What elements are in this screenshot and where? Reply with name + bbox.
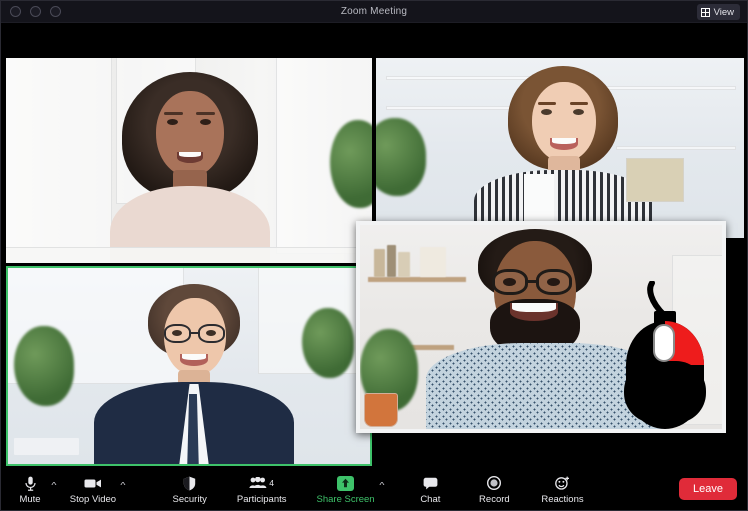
toolbar-right-group: Leave	[678, 477, 737, 500]
video-control[interactable]: Stop Video ^	[70, 473, 126, 505]
shield-icon	[181, 476, 199, 491]
grid-icon	[700, 7, 710, 17]
chat-button[interactable]: Chat	[413, 473, 447, 505]
participant-video-top-right	[376, 58, 744, 238]
participant-video-bottom-left	[8, 268, 370, 464]
camera-icon	[84, 476, 102, 491]
record-button[interactable]: Record	[477, 473, 511, 505]
participant-tile-floating[interactable]	[356, 221, 726, 433]
participant-tile-bottom-left[interactable]	[6, 266, 372, 466]
share-screen-control[interactable]: Share Screen ^	[317, 473, 384, 505]
toolbar-left-group: Mute ^ Stop Video ^	[13, 473, 126, 505]
chat-bubble-icon	[421, 476, 439, 491]
record-label: Record	[479, 493, 510, 505]
participant-tile-top-left[interactable]	[6, 58, 372, 263]
mute-button[interactable]: Mute	[13, 473, 47, 505]
title-bar: Zoom Meeting View	[1, 1, 747, 23]
mute-chevron-up-icon[interactable]: ^	[51, 481, 56, 490]
video-chevron-up-icon[interactable]: ^	[120, 481, 125, 490]
stop-video-button[interactable]: Stop Video	[70, 473, 116, 505]
chat-label: Chat	[420, 493, 441, 505]
view-button[interactable]: View	[696, 4, 740, 20]
participants-label: Participants	[236, 493, 287, 505]
toolbar-center-group: Security 4 Participants Share Screen ^ C…	[173, 473, 584, 505]
video-stage	[1, 23, 747, 469]
reactions-label: Reactions	[541, 493, 584, 505]
participant-nameplate-bottom-left	[14, 438, 79, 455]
smiley-plus-icon	[553, 476, 571, 491]
participants-button[interactable]: 4 Participants	[237, 473, 287, 505]
participants-count: 4	[269, 478, 275, 488]
leave-button[interactable]: Leave	[678, 477, 737, 500]
view-button-label: View	[713, 6, 734, 18]
share-screen-chevron-up-icon[interactable]: ^	[379, 481, 384, 490]
participant-tile-top-right[interactable]	[376, 58, 744, 238]
computer-mouse-icon	[620, 280, 716, 429]
mute-control[interactable]: Mute ^	[13, 473, 56, 505]
zoom-meeting-window: Zoom Meeting View Mute ^ Stop Video ^ Se…	[0, 0, 748, 511]
security-button[interactable]: Security	[173, 473, 207, 505]
window-title: Zoom Meeting	[340, 6, 408, 17]
mute-label: Mute	[19, 493, 41, 505]
share-screen-button[interactable]: Share Screen	[317, 473, 375, 505]
share-screen-label: Share Screen	[316, 493, 375, 505]
share-up-arrow-icon	[337, 475, 355, 491]
people-icon: 4	[249, 476, 275, 491]
microphone-icon	[21, 476, 39, 491]
reactions-button[interactable]: Reactions	[541, 473, 584, 505]
stop-video-label: Stop Video	[69, 493, 117, 505]
meeting-toolbar: Mute ^ Stop Video ^ Security 4 Participa…	[1, 467, 747, 510]
security-label: Security	[172, 493, 207, 505]
record-circle-icon	[485, 476, 503, 491]
participant-video-top-left	[6, 58, 372, 263]
